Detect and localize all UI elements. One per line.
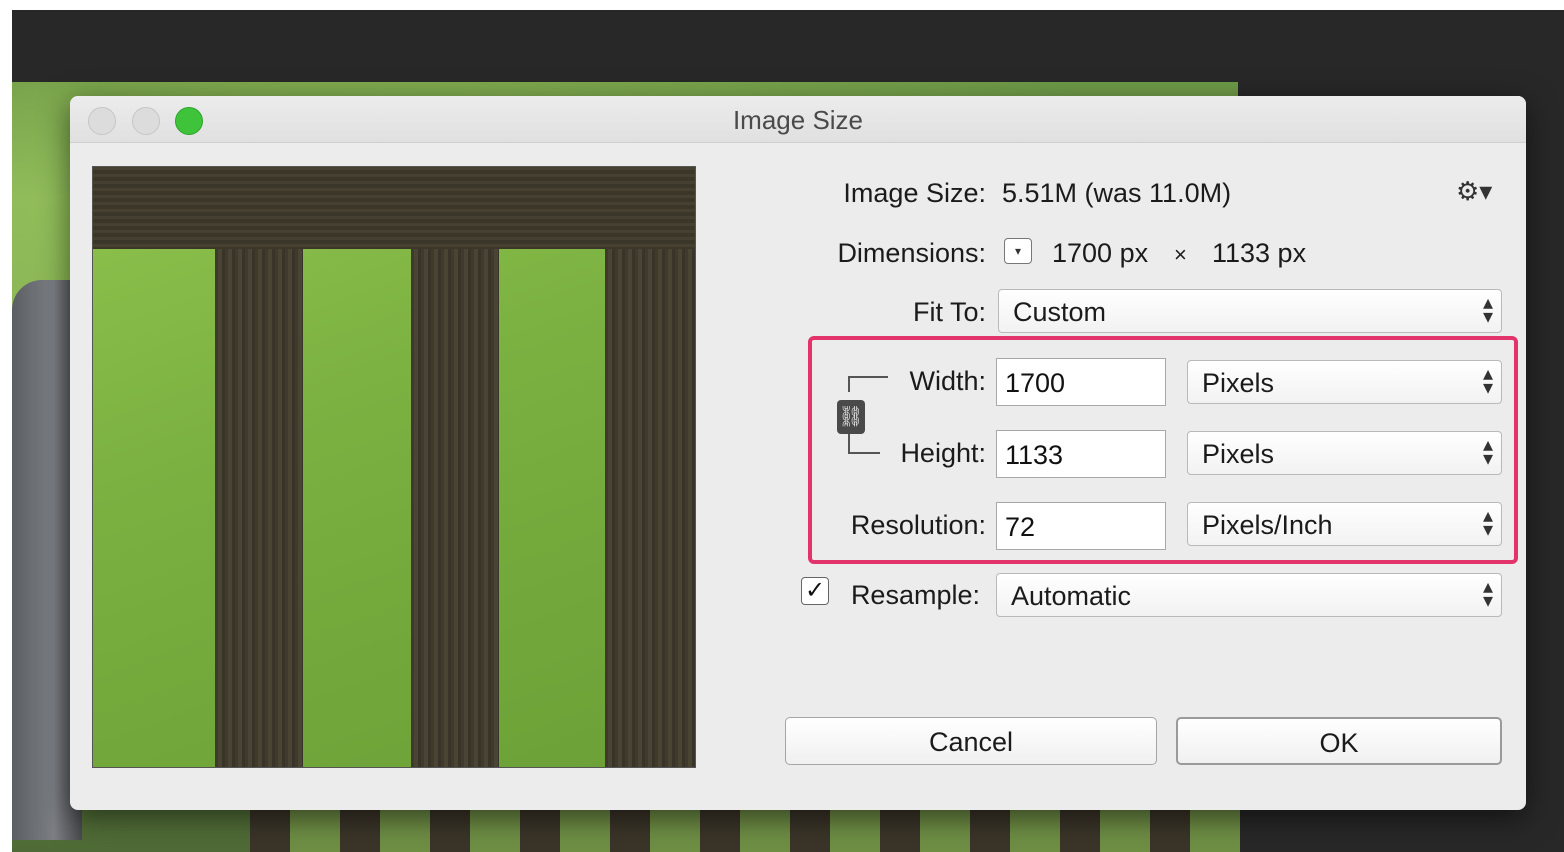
image-size-dialog: Image Size Image Size: 5.51M (was 11.0M)… [70, 96, 1526, 810]
background-bench [250, 806, 1240, 852]
width-unit-value: Pixels [1202, 368, 1275, 398]
bench-rail [93, 167, 695, 249]
cancel-button[interactable]: Cancel [785, 717, 1157, 765]
dimensions-unit-dropdown-icon[interactable]: ▾ [1004, 238, 1032, 264]
select-arrows-icon: ▴ ▾ [1482, 505, 1493, 541]
resample-label: Resample: [850, 580, 980, 610]
height-label: Height: [900, 438, 986, 468]
resolution-unit-value: Pixels/Inch [1202, 510, 1333, 540]
ok-button[interactable]: OK [1176, 717, 1502, 765]
height-unit-value: Pixels [1202, 439, 1275, 469]
bench-slat [411, 249, 499, 767]
width-unit-select[interactable]: Pixels ▴ ▾ [1187, 360, 1502, 404]
bench-slat [215, 249, 303, 767]
dimensions-height-value: 1133 px [1212, 238, 1307, 268]
height-unit-select[interactable]: Pixels ▴ ▾ [1187, 431, 1502, 475]
select-arrows-icon: ▴ ▾ [1482, 576, 1493, 612]
select-arrows-icon: ▴ ▾ [1482, 363, 1493, 399]
constrain-proportions-link-icon[interactable]: ⛓ [837, 400, 865, 434]
resolution-unit-select[interactable]: Pixels/Inch ▴ ▾ [1187, 502, 1502, 546]
fit-to-select[interactable]: Custom ▴ ▾ [998, 289, 1502, 333]
resample-select[interactable]: Automatic ▴ ▾ [996, 573, 1502, 617]
resolution-input[interactable]: 72 [996, 502, 1166, 550]
resample-value: Automatic [1011, 581, 1132, 611]
dialog-titlebar: Image Size [70, 96, 1526, 143]
dimensions-width-value: 1700 px [1052, 238, 1149, 268]
dimensions-times-sign: × [1174, 242, 1187, 267]
resample-checkbox[interactable]: ✓ [801, 577, 829, 605]
resolution-label: Resolution: [850, 510, 986, 540]
bench-slat [605, 249, 695, 767]
dialog-title: Image Size [732, 105, 864, 135]
height-input[interactable]: 1133 [996, 430, 1166, 478]
fit-to-value: Custom [1013, 297, 1107, 327]
image-preview[interactable] [92, 166, 696, 768]
width-label: Width: [909, 366, 986, 396]
select-arrows-icon: ▴ ▾ [1482, 434, 1493, 470]
fit-to-label: Fit To: [912, 297, 986, 327]
dimensions-label: Dimensions: [837, 238, 986, 268]
select-arrows-icon: ▴ ▾ [1482, 292, 1493, 328]
gear-icon[interactable]: ⚙▾ [1456, 176, 1492, 207]
image-size-value: 5.51M (was 11.0M) [1002, 178, 1232, 208]
image-size-label: Image Size: [843, 178, 986, 208]
width-input[interactable]: 1700 [996, 358, 1166, 406]
